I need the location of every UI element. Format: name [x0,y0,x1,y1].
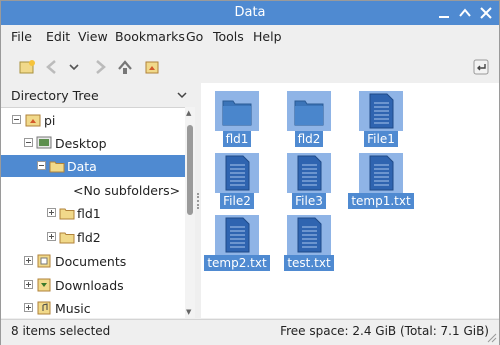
tree-item-no-subfolders: <No subfolders> [1,179,185,201]
back-button[interactable] [41,56,63,78]
file-manager-window: Data File Edit View Bookmarks Go Tools H… [0,0,500,345]
file-item-fld1[interactable]: fld1 [201,89,273,151]
folder-icon [59,205,75,221]
new-tab-button[interactable] [16,56,38,78]
file-item-temp2[interactable]: temp2.txt [201,213,273,275]
file-item-label: File3 [292,193,326,209]
forward-button[interactable] [89,56,111,78]
maximize-button[interactable] [457,5,473,21]
tree-item-fld1[interactable]: fld1 [1,202,185,224]
chevron-down-icon[interactable] [177,90,187,100]
tree-item-label: Documents [55,254,127,269]
toolbar [1,53,499,129]
selection-status: 8 items selected [11,324,111,338]
file-item-file2[interactable]: File2 [201,151,273,213]
text-file-icon [359,153,403,193]
resize-grip-icon[interactable] [487,333,497,343]
file-item-label: File2 [220,193,254,209]
documents-icon [36,253,52,269]
status-bar: 8 items selected Free space: 2.4 GiB (To… [1,319,499,345]
scrollbar-thumb[interactable] [187,125,193,215]
tree-item-documents[interactable]: Documents [1,250,185,272]
sidebar-scrollbar[interactable]: ▲ ▼ [185,107,195,318]
file-item-temp1[interactable]: temp1.txt [345,151,417,213]
text-file-icon [287,153,331,193]
tree-item-pi[interactable]: pi [1,109,185,131]
file-item-file3[interactable]: File3 [273,151,345,213]
tree-item-label: <No subfolders> [73,183,181,198]
tree-item-music[interactable]: Music [1,297,185,319]
home-button[interactable] [141,56,163,78]
tree-item-label: fld1 [77,206,101,221]
tree-item-label: Music [55,301,91,316]
home-folder-icon [25,112,41,128]
tree-item-desktop[interactable]: Desktop [1,132,185,154]
file-item-label: temp1.txt [348,193,414,209]
tree-item-fld2[interactable]: fld2 [1,226,185,248]
folder-icon [215,91,259,131]
directory-tree-panel: Directory Tree pi Desktop Data <No subfo… [1,83,196,318]
file-item-label: fld2 [294,131,324,147]
file-item-label: test.txt [284,255,334,271]
sidebar-header[interactable]: Directory Tree [1,83,195,108]
tree-item-label: pi [44,113,56,128]
tree-item-label: Desktop [55,136,107,151]
tree-item-label: Data [67,159,97,174]
window-title: Data [234,5,266,20]
menu-view[interactable]: View [78,29,108,44]
tree-item-label: fld2 [77,230,101,245]
text-file-icon [287,215,331,255]
scroll-up-arrow[interactable]: ▲ [186,109,191,117]
file-item-label: fld1 [222,131,252,147]
menu-tools[interactable]: Tools [213,29,244,44]
folder-icon [49,158,65,174]
text-file-icon [215,215,259,255]
file-item-fld2[interactable]: fld2 [273,89,345,151]
file-view: fld1 fld2 File1 File2 File3 temp1.txt te… [201,83,499,318]
file-item-file1[interactable]: File1 [345,89,417,151]
menu-file[interactable]: File [11,29,32,44]
desktop-icon [36,135,52,151]
menu-go[interactable]: Go [186,29,203,44]
sidebar-title: Directory Tree [11,88,99,103]
up-button[interactable] [114,56,136,78]
tree-item-data[interactable]: Data [1,155,185,177]
tree-item-downloads[interactable]: Downloads [1,274,185,296]
go-button[interactable] [470,56,492,78]
file-item-test[interactable]: test.txt [273,213,345,275]
menu-bookmarks[interactable]: Bookmarks [115,29,185,44]
menu-edit[interactable]: Edit [46,29,70,44]
tree-item-label: Downloads [55,278,124,293]
folder-icon [59,229,75,245]
folder-icon [287,91,331,131]
downloads-icon [36,277,52,293]
text-file-icon [215,153,259,193]
music-icon [36,300,52,316]
scroll-down-arrow[interactable]: ▼ [186,308,191,316]
title-bar[interactable]: Data [1,1,499,25]
file-item-label: File1 [364,131,398,147]
text-file-icon [359,91,403,131]
history-dropdown-button[interactable] [63,56,85,78]
file-item-label: temp2.txt [204,255,270,271]
menu-help[interactable]: Help [253,29,282,44]
close-button[interactable] [478,5,494,21]
minimize-button[interactable] [436,5,452,21]
free-space-status: Free space: 2.4 GiB (Total: 7.1 GiB) [280,324,489,338]
